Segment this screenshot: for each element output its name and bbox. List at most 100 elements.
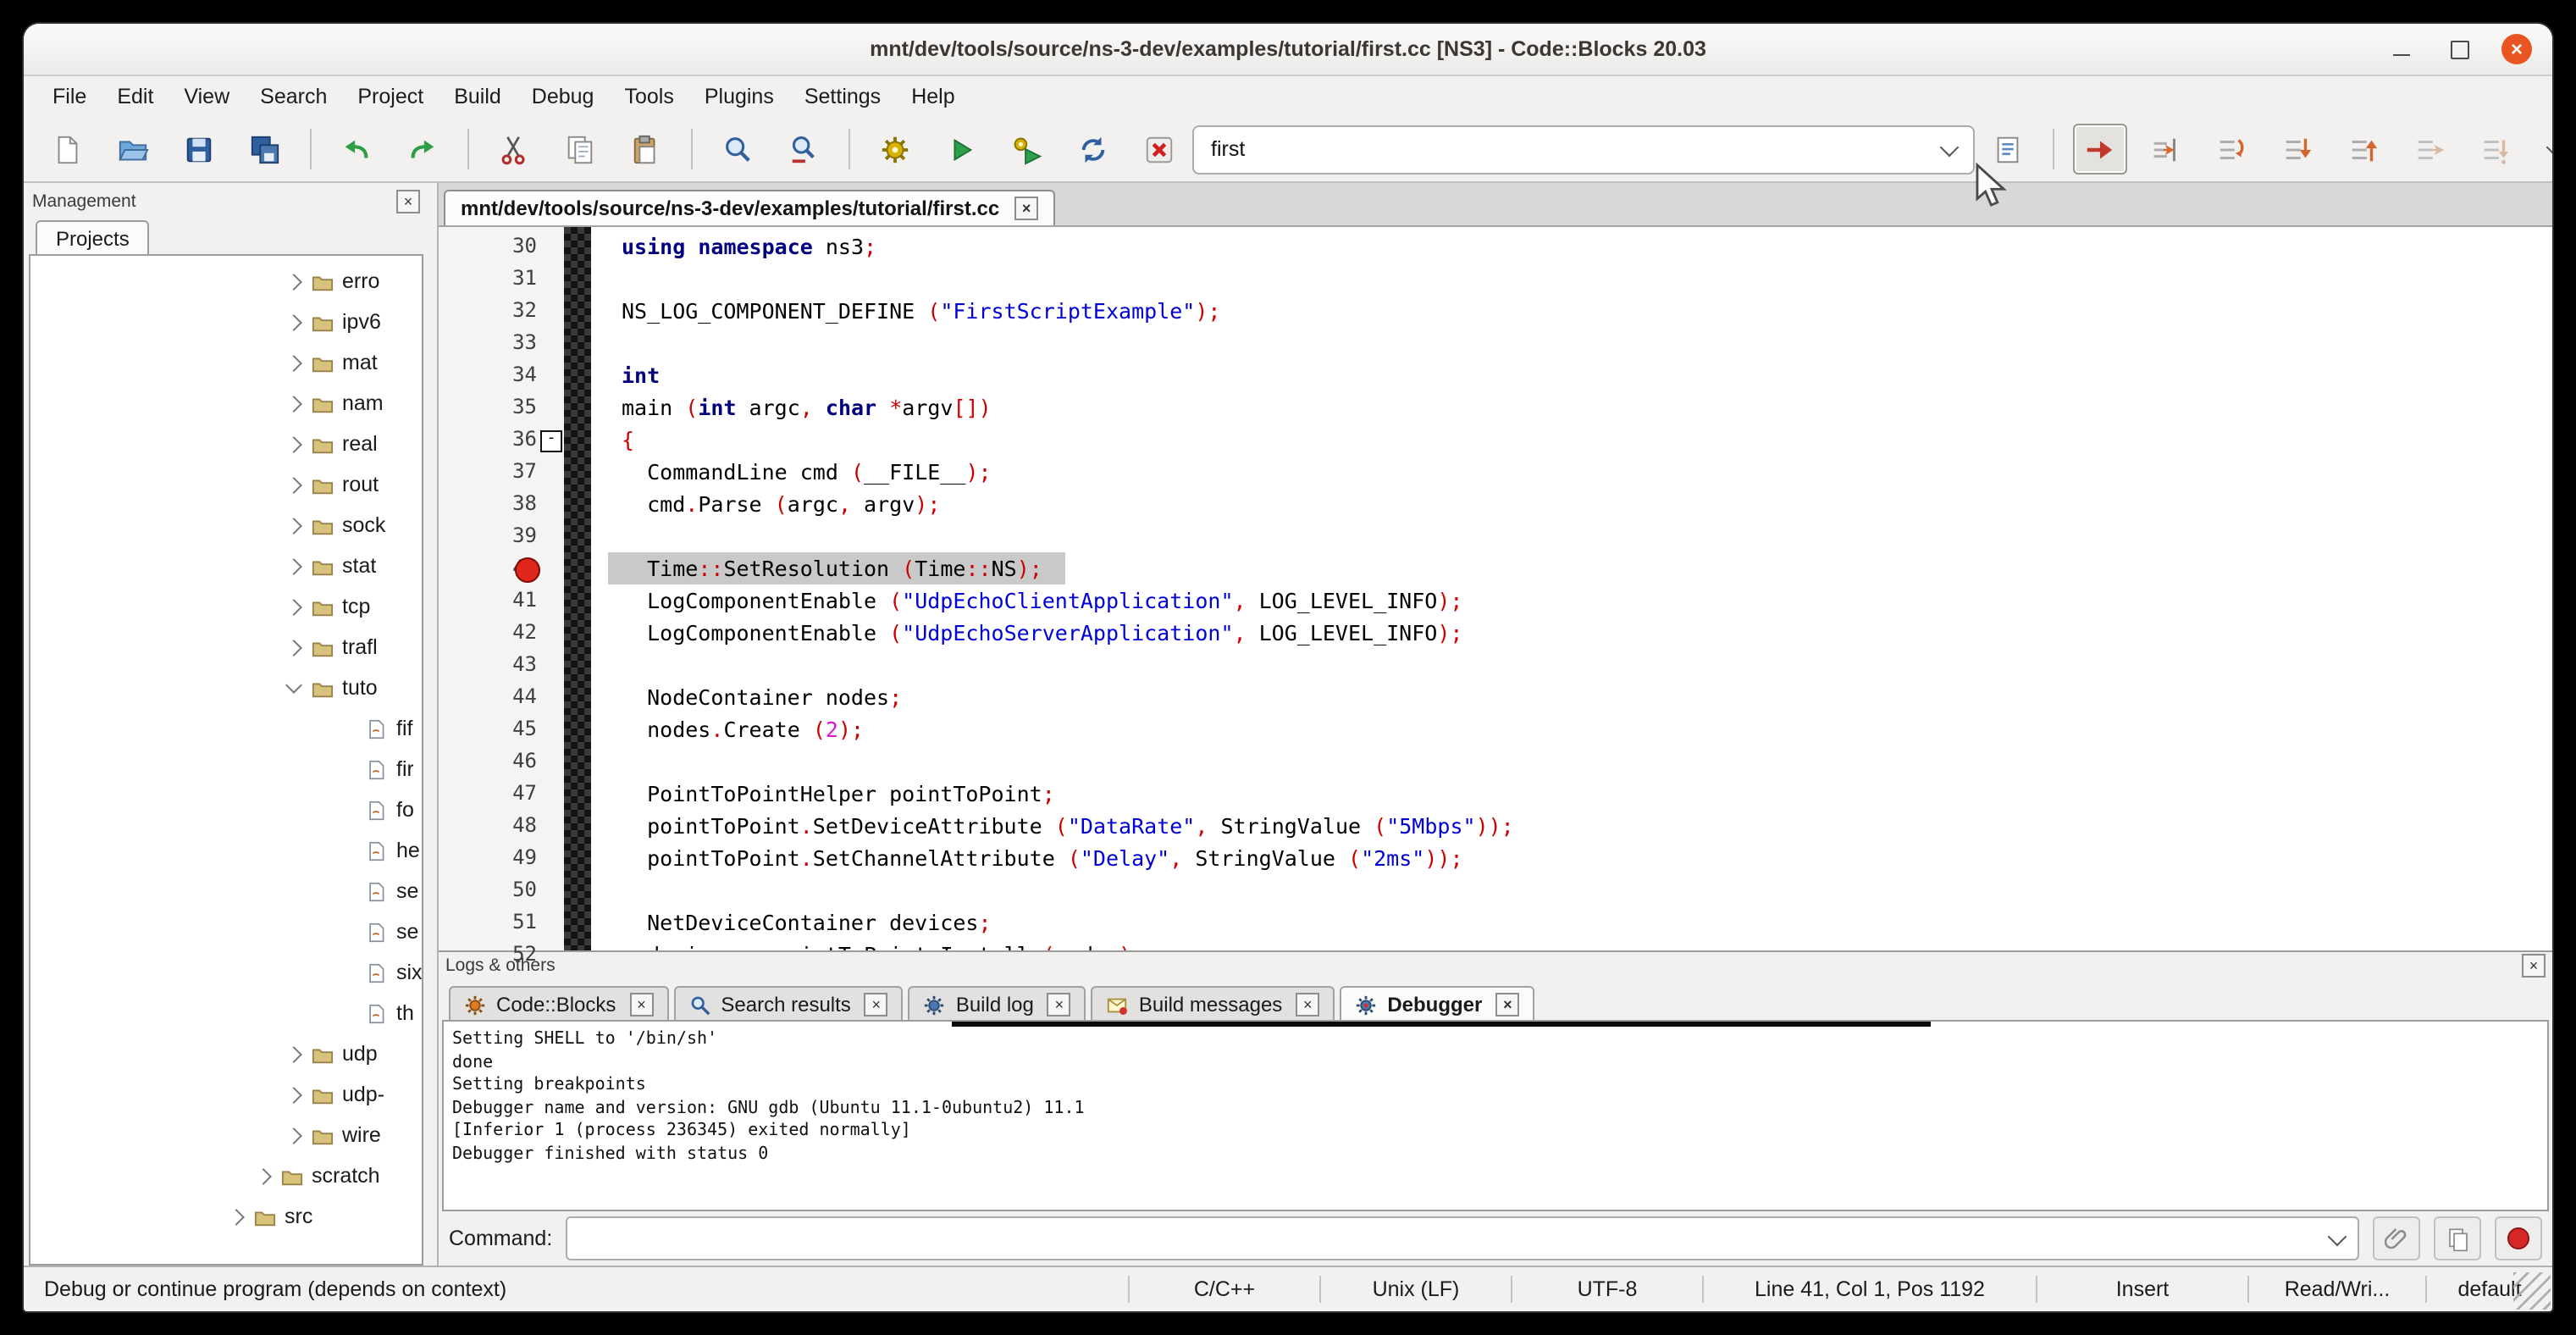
tree-item-nam[interactable]: nam bbox=[30, 383, 422, 424]
copy-log-button[interactable] bbox=[2434, 1216, 2481, 1260]
chevron-right-icon[interactable] bbox=[285, 313, 302, 330]
menu-debug[interactable]: Debug bbox=[517, 80, 610, 114]
attach-button[interactable] bbox=[2373, 1216, 2420, 1260]
log-tab-search-results[interactable]: Search results× bbox=[673, 986, 903, 1020]
menu-search[interactable]: Search bbox=[245, 80, 342, 114]
tree-item-mat[interactable]: mat bbox=[30, 342, 422, 383]
step-into-button[interactable] bbox=[2270, 124, 2324, 174]
fold-collapse-icon[interactable]: - bbox=[540, 430, 562, 452]
menu-build[interactable]: Build bbox=[439, 80, 517, 114]
next-line-button[interactable] bbox=[2204, 124, 2258, 174]
tree-item-src[interactable]: src bbox=[30, 1196, 422, 1237]
menu-edit[interactable]: Edit bbox=[102, 80, 169, 114]
run-to-cursor-button[interactable] bbox=[2138, 124, 2192, 174]
step-into-instruction-button[interactable] bbox=[2468, 124, 2523, 174]
chevron-right-icon[interactable] bbox=[285, 517, 302, 534]
close-button[interactable]: × bbox=[2501, 34, 2532, 64]
chevron-down-icon[interactable] bbox=[285, 677, 302, 694]
debug-continue-button[interactable] bbox=[2072, 124, 2126, 174]
menu-settings[interactable]: Settings bbox=[789, 80, 896, 114]
chevron-right-icon[interactable] bbox=[285, 598, 302, 615]
management-close-button[interactable]: × bbox=[396, 190, 420, 213]
save-all-button[interactable] bbox=[238, 124, 292, 174]
menu-file[interactable]: File bbox=[37, 80, 102, 114]
open-file-button[interactable] bbox=[106, 124, 160, 174]
chevron-right-icon[interactable] bbox=[255, 1167, 272, 1184]
menu-view[interactable]: View bbox=[169, 80, 245, 114]
code-editor[interactable]: 3031323334353637383940414243444546474849… bbox=[439, 227, 2552, 950]
tree-item-wire[interactable]: wire bbox=[30, 1115, 422, 1155]
breakpoint-marker[interactable] bbox=[515, 557, 540, 583]
chevron-right-icon[interactable] bbox=[228, 1208, 245, 1225]
menu-plugins[interactable]: Plugins bbox=[689, 80, 789, 114]
panel-splitter[interactable] bbox=[428, 183, 437, 1266]
tree-item-fo[interactable]: fo bbox=[30, 789, 422, 830]
tree-item-real[interactable]: real bbox=[30, 424, 422, 464]
log-tab-close-button[interactable]: × bbox=[1495, 993, 1519, 1016]
chevron-right-icon[interactable] bbox=[285, 435, 302, 452]
next-instruction-button[interactable] bbox=[2402, 124, 2457, 174]
find-button[interactable] bbox=[710, 124, 765, 174]
log-tab-close-button[interactable]: × bbox=[1048, 993, 1071, 1016]
redo-button[interactable] bbox=[395, 124, 450, 174]
chevron-right-icon[interactable] bbox=[285, 1127, 302, 1144]
editor-tab-first-cc[interactable]: mnt/dev/tools/source/ns-3-dev/examples/t… bbox=[444, 190, 1055, 225]
copy-button[interactable] bbox=[553, 124, 607, 174]
log-tab-close-button[interactable]: × bbox=[865, 993, 888, 1016]
log-tab-code-blocks[interactable]: Code::Blocks× bbox=[449, 986, 668, 1020]
code-area[interactable]: using namespace ns3;NS_LOG_COMPONENT_DEF… bbox=[591, 227, 2552, 950]
tree-item-sock[interactable]: sock bbox=[30, 505, 422, 546]
minimize-button[interactable] bbox=[2386, 34, 2417, 64]
undo-button[interactable] bbox=[329, 124, 384, 174]
tab-projects[interactable]: Projects bbox=[36, 220, 150, 254]
chevron-right-icon[interactable] bbox=[285, 1045, 302, 1062]
chevron-right-icon[interactable] bbox=[285, 557, 302, 574]
chevron-right-icon[interactable] bbox=[285, 1086, 302, 1103]
new-file-button[interactable] bbox=[40, 124, 94, 174]
titlebar[interactable]: mnt/dev/tools/source/ns-3-dev/examples/t… bbox=[24, 24, 2552, 76]
tree-item-fif[interactable]: fif bbox=[30, 708, 422, 749]
chevron-right-icon[interactable] bbox=[285, 354, 302, 371]
tree-item-he[interactable]: he bbox=[30, 830, 422, 871]
build-button[interactable] bbox=[868, 124, 922, 174]
tree-item-tuto[interactable]: tuto bbox=[30, 668, 422, 708]
paste-button[interactable] bbox=[619, 124, 673, 174]
editor-tab-close-button[interactable]: × bbox=[1014, 197, 1038, 220]
menu-tools[interactable]: Tools bbox=[609, 80, 688, 114]
log-tab-build-log[interactable]: Build log× bbox=[909, 986, 1086, 1020]
debugger-log[interactable]: Setting SHELL to '/bin/sh'doneSetting br… bbox=[442, 1020, 2549, 1211]
chevron-right-icon[interactable] bbox=[285, 273, 302, 290]
tree-item-se[interactable]: se bbox=[30, 911, 422, 952]
tree-item-udp[interactable]: udp bbox=[30, 1033, 422, 1074]
resize-grip[interactable] bbox=[2513, 1272, 2551, 1310]
cut-button[interactable] bbox=[487, 124, 541, 174]
tree-item-rout[interactable]: rout bbox=[30, 464, 422, 505]
log-tab-build-messages[interactable]: Build messages× bbox=[1092, 986, 1335, 1020]
tree-item-trafl[interactable]: trafl bbox=[30, 627, 422, 668]
command-input[interactable] bbox=[566, 1216, 2359, 1260]
build-and-run-button[interactable] bbox=[1000, 124, 1054, 174]
logs-close-button[interactable]: × bbox=[2522, 954, 2546, 978]
log-tab-close-button[interactable]: × bbox=[1296, 993, 1319, 1016]
chevron-right-icon[interactable] bbox=[285, 395, 302, 412]
rebuild-button[interactable] bbox=[1066, 124, 1120, 174]
tree-item-se[interactable]: se bbox=[30, 871, 422, 911]
log-tab-close-button[interactable]: × bbox=[629, 993, 653, 1016]
tree-item-tcp[interactable]: tcp bbox=[30, 586, 422, 627]
tree-item-six[interactable]: six bbox=[30, 952, 422, 993]
tree-item-scratch[interactable]: scratch bbox=[30, 1155, 422, 1196]
toolbar-overflow-button[interactable] bbox=[2529, 124, 2552, 174]
step-out-button[interactable] bbox=[2336, 124, 2391, 174]
stop-debugger-button[interactable] bbox=[2495, 1216, 2542, 1260]
run-button[interactable] bbox=[934, 124, 988, 174]
tree-item-fir[interactable]: fir bbox=[30, 749, 422, 789]
abort-build-button[interactable] bbox=[1132, 124, 1186, 174]
replace-button[interactable] bbox=[777, 124, 831, 174]
tree-item-th[interactable]: th bbox=[30, 993, 422, 1033]
build-target-combo[interactable]: first bbox=[1192, 125, 1975, 174]
fold-margin[interactable] bbox=[564, 227, 591, 950]
save-button[interactable] bbox=[172, 124, 226, 174]
tree-item-ipv6[interactable]: ipv6 bbox=[30, 302, 422, 342]
chevron-right-icon[interactable] bbox=[285, 639, 302, 656]
chevron-down-icon[interactable] bbox=[2328, 1227, 2347, 1246]
